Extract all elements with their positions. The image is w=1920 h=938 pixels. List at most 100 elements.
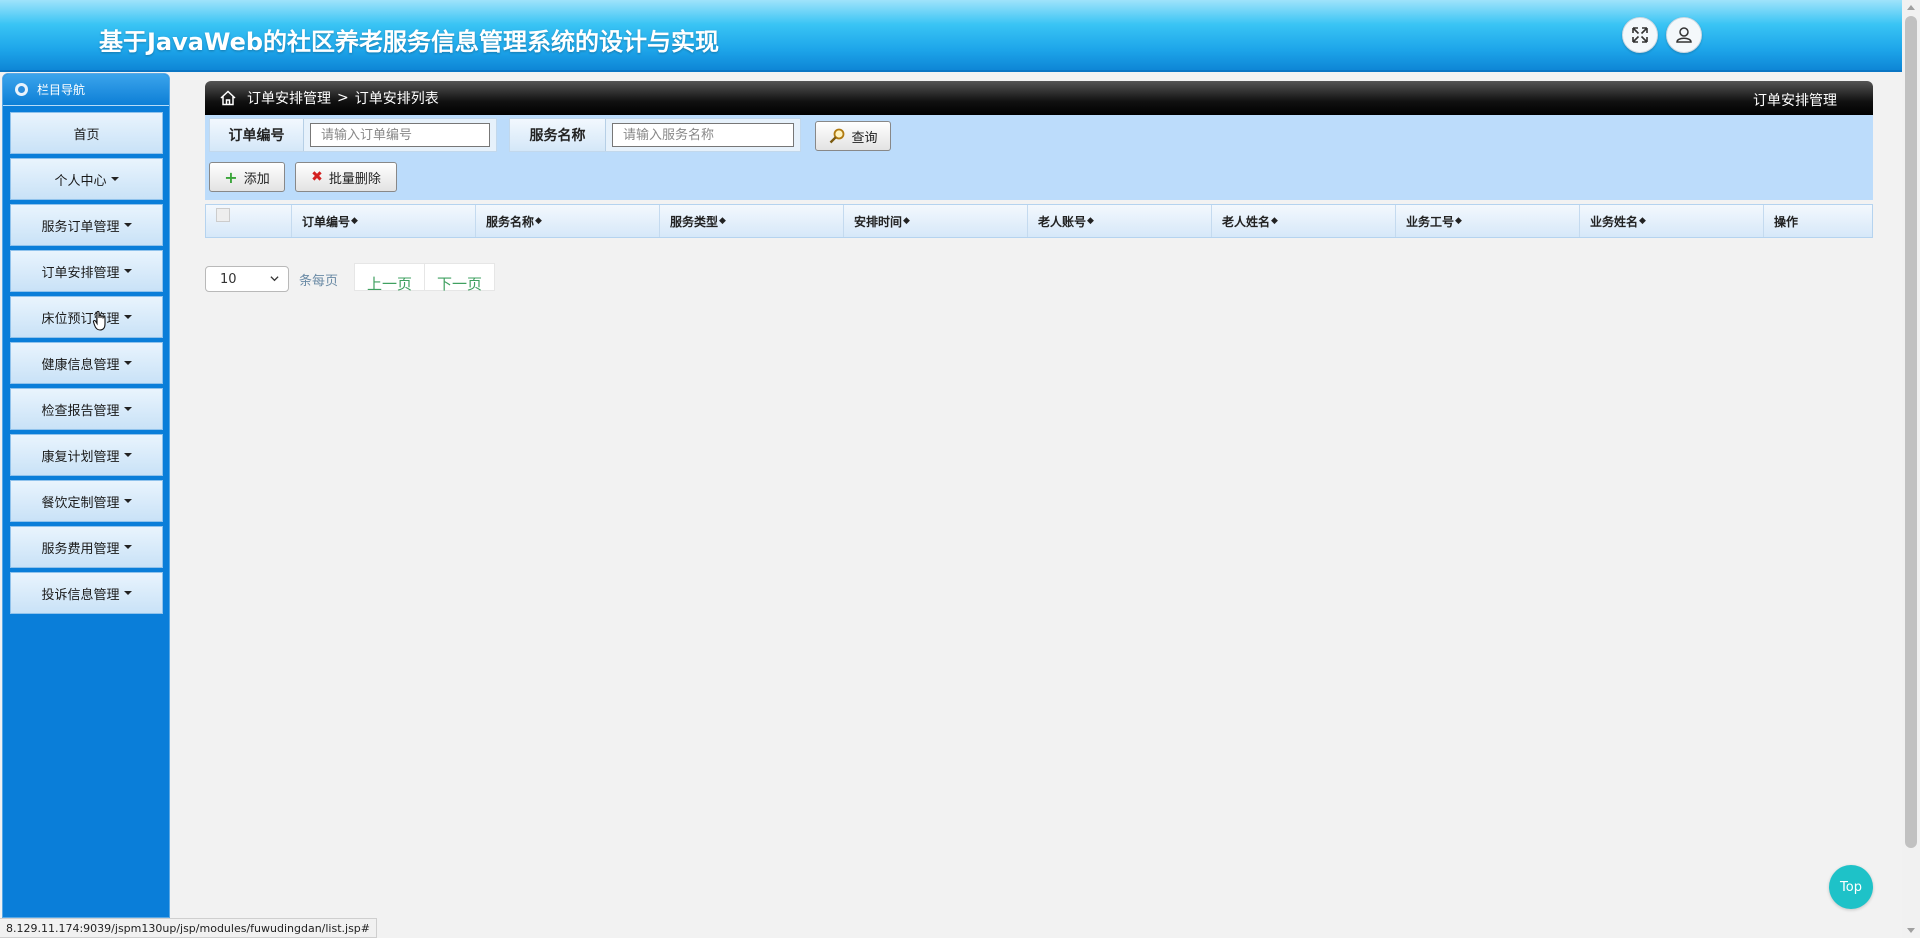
search-icon	[830, 128, 845, 144]
add-button[interactable]: + 添加	[209, 162, 285, 192]
expand-icon	[1632, 27, 1648, 43]
caret-down-icon	[123, 407, 132, 411]
table-column-header[interactable]: 业务工号 ◆	[1396, 205, 1580, 237]
sort-icon[interactable]: ◆	[535, 216, 542, 226]
order-no-input[interactable]	[310, 123, 490, 147]
delete-icon: ✖	[311, 169, 323, 185]
column-header-label: 老人账号	[1038, 214, 1087, 229]
sidebar-item[interactable]: 首页	[10, 112, 163, 154]
table-column-header[interactable]: 老人账号 ◆	[1028, 205, 1212, 237]
caret-down-icon	[123, 315, 132, 319]
table-column-header[interactable]: 老人姓名 ◆	[1212, 205, 1396, 237]
batch-delete-button[interactable]: ✖ 批量删除	[295, 162, 397, 192]
add-button-label: 添加	[243, 171, 270, 187]
breadcrumb-parent[interactable]: 订单安排管理	[247, 88, 331, 108]
prev-page-link[interactable]: 上一页	[355, 264, 426, 293]
batch-delete-button-label: 批量删除	[328, 171, 381, 187]
table-column-header[interactable]: 安排时间 ◆	[844, 205, 1028, 237]
status-url: 8.129.11.174:9039/jspm130up/jsp/modules/…	[0, 918, 378, 938]
column-header-label: 业务工号	[1406, 214, 1455, 229]
plus-icon: +	[224, 167, 238, 187]
data-table-header: 订单编号 ◆ 服务名称 ◆ 服务类型 ◆ 安排时间 ◆ 老人账号 ◆ 老人姓名 ◆ 业务工号 ◆ 业务姓名 ◆…	[205, 204, 1873, 238]
vertical-scrollbar[interactable]	[1902, 0, 1920, 938]
column-header-label: 订单编号	[302, 214, 351, 229]
sidebar-item-label: 检查报告管理	[41, 403, 120, 419]
column-header-label: 安排时间	[854, 214, 903, 229]
breadcrumb-separator: >	[337, 90, 349, 106]
sort-icon[interactable]: ◆	[1087, 216, 1094, 226]
sidebar-item[interactable]: 个人中心	[10, 158, 163, 200]
page-size-value: 10	[220, 271, 237, 287]
scrollbar-thumb[interactable]	[1905, 16, 1917, 848]
table-column-header[interactable]: 服务类型 ◆	[660, 205, 844, 237]
per-page-label: 条每页	[299, 274, 339, 289]
sidebar-item-label: 个人中心	[54, 173, 107, 189]
sidebar-item-label: 健康信息管理	[41, 357, 120, 373]
search-panel: 订单编号 服务名称 查询 + 添加 ✖ 批量删除	[205, 115, 1873, 200]
query-button-label: 查询	[851, 130, 878, 146]
sort-icon[interactable]: ◆	[1455, 216, 1462, 226]
column-header-label: 操作	[1774, 214, 1799, 229]
caret-down-icon	[123, 453, 132, 457]
select-all-checkbox[interactable]	[216, 208, 230, 222]
sidebar-item-label: 首页	[73, 127, 100, 143]
table-column-header[interactable]: 业务姓名 ◆	[1580, 205, 1764, 237]
section-title: 订单安排管理	[1753, 93, 1837, 109]
service-name-search-group: 服务名称	[509, 118, 801, 152]
caret-down-icon	[123, 545, 132, 549]
sidebar-item[interactable]: 餐饮定制管理	[10, 480, 163, 522]
sidebar-item[interactable]: 投诉信息管理	[10, 572, 163, 614]
page-size-select[interactable]: 10	[205, 266, 289, 292]
breadcrumb-current: 订单安排列表	[354, 91, 439, 107]
sidebar-item[interactable]: 检查报告管理	[10, 388, 163, 430]
service-name-label: 服务名称	[510, 119, 606, 151]
column-header-label: 服务类型	[670, 214, 719, 229]
column-header-label: 业务姓名	[1590, 214, 1639, 229]
fullscreen-button[interactable]	[1622, 17, 1658, 53]
sidebar-item-label: 订单安排管理	[41, 265, 120, 281]
sidebar-item-label: 餐饮定制管理	[41, 495, 120, 511]
sort-icon[interactable]: ◆	[1639, 216, 1646, 226]
sidebar-heading-label: 栏目导航	[37, 83, 86, 97]
next-page-link[interactable]: 下一页	[425, 264, 494, 293]
app-title: 基于JavaWeb的社区养老服务信息管理系统的设计与实现	[99, 28, 720, 56]
sidebar-item[interactable]: 订单安排管理	[10, 250, 163, 292]
user-menu-button[interactable]	[1666, 17, 1702, 53]
app-header: 基于JavaWeb的社区养老服务信息管理系统的设计与实现	[0, 0, 1902, 72]
sidebar: 栏目导航 首页个人中心服务订单管理 订单安排管理床位预订管理健康信息管理 检查报告管…	[2, 73, 170, 918]
sort-icon[interactable]: ◆	[903, 216, 910, 226]
order-no-search-group: 订单编号	[209, 118, 497, 152]
sort-icon[interactable]: ◆	[1271, 216, 1278, 226]
sidebar-heading[interactable]: 栏目导航	[3, 74, 169, 106]
hand-cursor-icon	[92, 310, 106, 331]
order-no-label: 订单编号	[210, 119, 304, 151]
caret-down-icon	[110, 177, 119, 181]
column-header-label: 老人姓名	[1222, 214, 1271, 229]
table-column-header[interactable]: 服务名称 ◆	[476, 205, 660, 237]
sidebar-item[interactable]: 床位预订管理	[10, 296, 163, 338]
user-icon	[1676, 27, 1692, 43]
sidebar-item-label: 服务订单管理	[41, 219, 120, 235]
sidebar-item[interactable]: 服务订单管理	[10, 204, 163, 246]
sort-icon[interactable]: ◆	[351, 216, 358, 226]
query-button[interactable]: 查询	[815, 121, 891, 151]
caret-down-icon	[123, 223, 132, 227]
table-column-header[interactable]: 订单编号 ◆	[292, 205, 476, 237]
service-name-input[interactable]	[612, 123, 794, 147]
sidebar-item[interactable]: 服务费用管理	[10, 526, 163, 568]
chevron-down-icon	[270, 276, 279, 282]
back-to-top-button[interactable]: Top	[1829, 865, 1873, 909]
sort-icon[interactable]: ◆	[719, 216, 726, 226]
table-column-header: 操作	[1764, 205, 1872, 237]
column-header-label: 服务名称	[486, 214, 535, 229]
sidebar-item[interactable]: 康复计划管理	[10, 434, 163, 476]
pager: 上一页 下一页	[354, 263, 496, 293]
scroll-up-icon[interactable]	[1907, 5, 1915, 10]
sidebar-item[interactable]: 健康信息管理	[10, 342, 163, 384]
home-icon[interactable]	[219, 89, 237, 107]
scroll-down-icon[interactable]	[1907, 928, 1915, 933]
sidebar-item-label: 康复计划管理	[41, 449, 120, 465]
caret-down-icon	[123, 269, 132, 273]
breadcrumb: 订单安排管理 > 订单安排列表 订单安排管理	[205, 81, 1873, 115]
nav-circle-icon	[15, 83, 28, 96]
